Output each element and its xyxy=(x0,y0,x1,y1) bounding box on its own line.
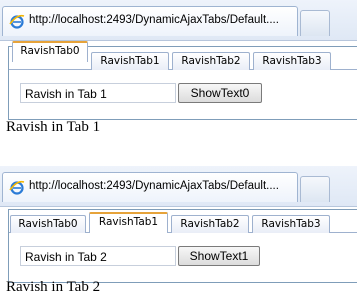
show-text-button[interactable]: ShowText0 xyxy=(178,83,262,103)
browser-tab-strip: http://localhost:2493/DynamicAjaxTabs/De… xyxy=(0,0,357,41)
result-text: Ravish in Tab 1 xyxy=(6,119,101,135)
browser-tab-strip: http://localhost:2493/DynamicAjaxTabs/De… xyxy=(0,166,357,207)
browser-window-2: http://localhost:2493/DynamicAjaxTabs/De… xyxy=(0,166,357,296)
tab-ravishtab3[interactable]: RavishTab3 xyxy=(252,215,330,233)
show-text-button[interactable]: ShowText1 xyxy=(178,246,260,266)
page-content: RavishTab0 RavishTab1 RavishTab2 RavishT… xyxy=(0,207,357,296)
new-tab-button[interactable] xyxy=(300,176,330,202)
tab-ravishtab0[interactable]: RavishTab0 xyxy=(10,215,86,233)
tab-ravishtab0[interactable]: RavishTab0 xyxy=(12,41,88,62)
tab-ravishtab2[interactable]: RavishTab2 xyxy=(172,52,250,70)
tab-ravishtab1[interactable]: RavishTab1 xyxy=(91,52,169,70)
page-content: RavishTab0 RavishTab1 RavishTab2 RavishT… xyxy=(0,41,357,140)
tab-ravishtab1[interactable]: RavishTab1 xyxy=(89,212,168,233)
browser-tab-title: http://localhost:2493/DynamicAjaxTabs/De… xyxy=(29,14,279,26)
text-input[interactable] xyxy=(20,83,176,103)
ie-icon xyxy=(9,180,25,195)
tab-ravishtab3[interactable]: RavishTab3 xyxy=(253,52,331,70)
browser-tab[interactable]: http://localhost:2493/DynamicAjaxTabs/De… xyxy=(2,172,298,202)
new-tab-button[interactable] xyxy=(300,10,330,36)
tab-ravishtab2[interactable]: RavishTab2 xyxy=(171,215,249,233)
browser-window-1: http://localhost:2493/DynamicAjaxTabs/De… xyxy=(0,0,357,140)
result-text: Ravish in Tab 2 xyxy=(6,279,101,295)
browser-tab[interactable]: http://localhost:2493/DynamicAjaxTabs/De… xyxy=(2,6,298,36)
ie-icon xyxy=(9,14,25,29)
browser-tab-title: http://localhost:2493/DynamicAjaxTabs/De… xyxy=(29,180,279,192)
text-input[interactable] xyxy=(20,246,176,266)
